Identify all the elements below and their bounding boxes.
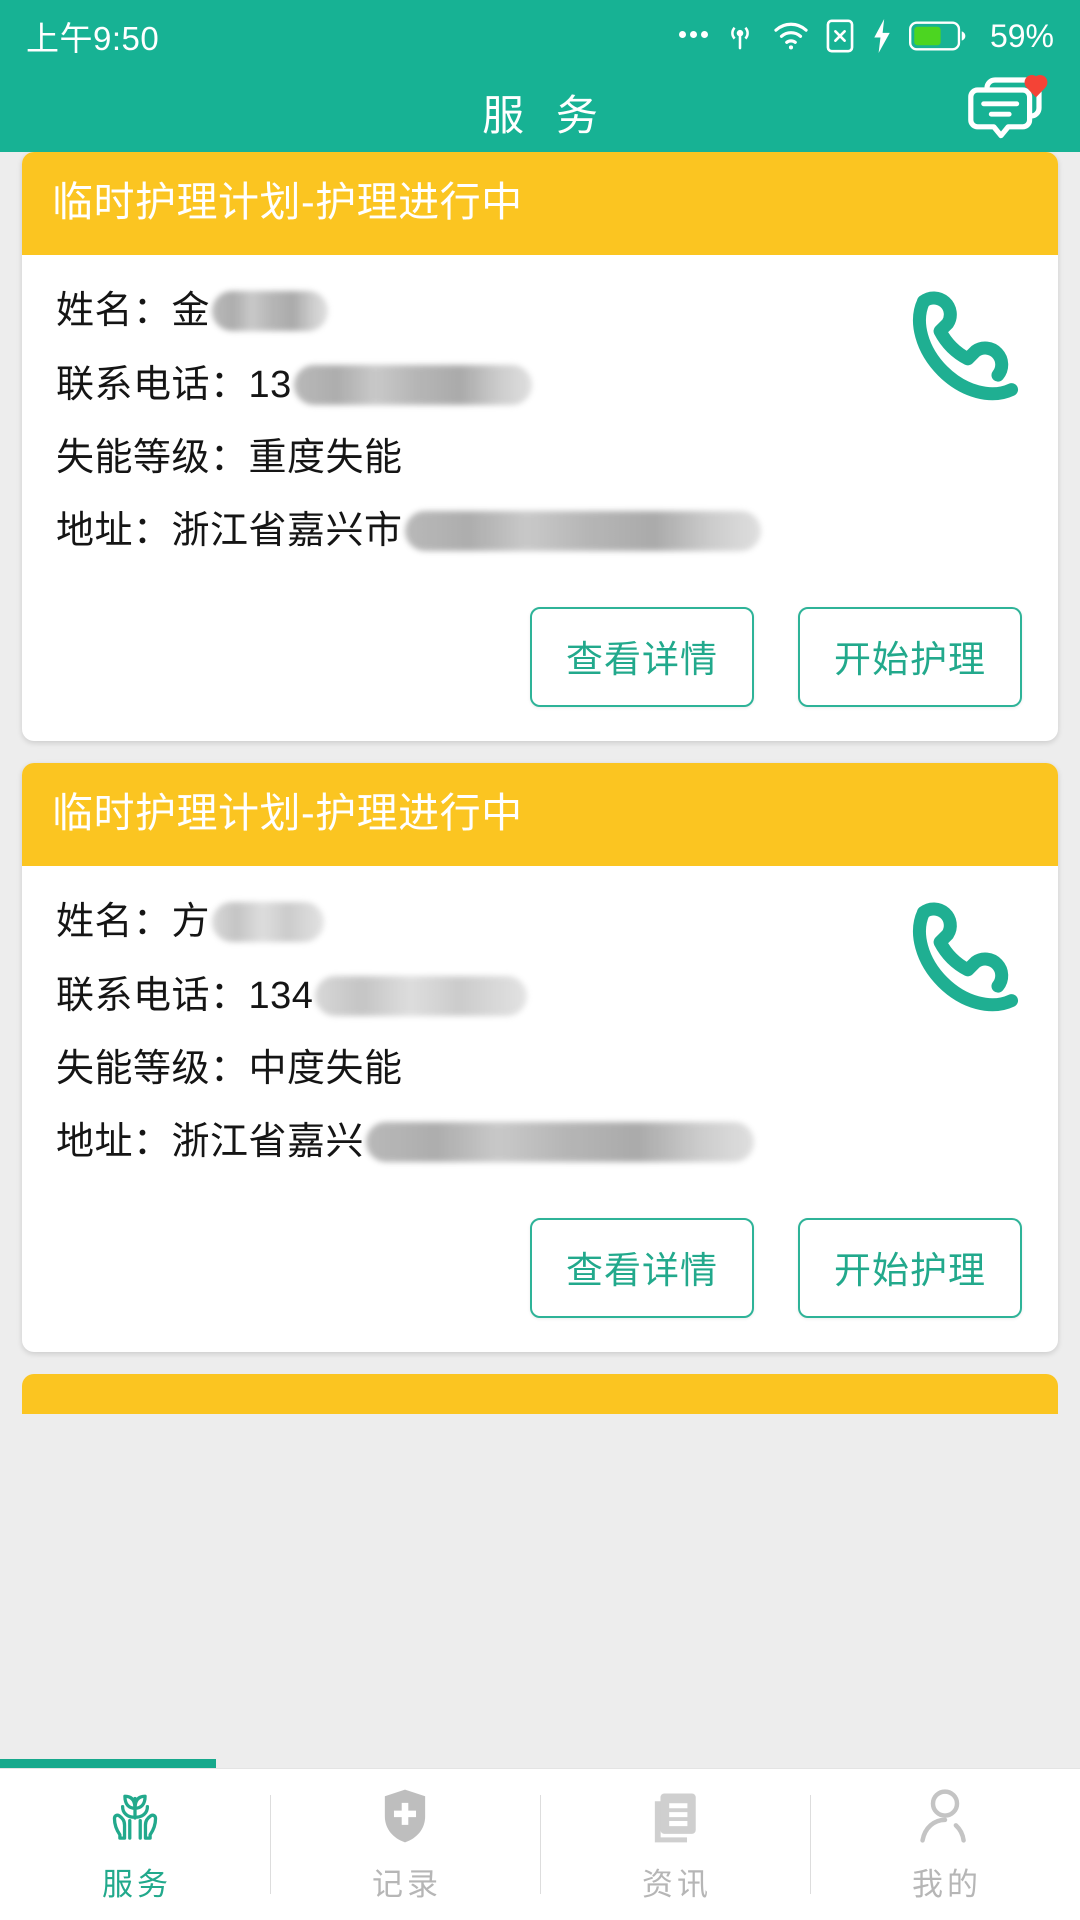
start-care-button[interactable]: 开始护理 [798,1218,1022,1319]
patient-name-label: 姓名： [56,290,172,333]
patient-name-row: 姓名： 金 [56,290,1024,333]
patient-address-row: 地址： 浙江省嘉兴市 [56,510,1024,553]
bottom-tab-bar: 服务 记录 资讯 我的 [0,1768,1080,1920]
redacted-phone-block [315,976,528,1017]
card-body: 姓名： 金 联系电话： 13 失能等级： 重度失能 地址： 浙江省嘉兴市 [22,255,1058,553]
patient-name-row: 姓名： 方 [56,901,1024,944]
disability-level-label: 失能等级： [56,1048,249,1091]
status-bar-icons: 59% [678,17,1054,55]
status-bar-time: 上午9:50 [26,20,160,57]
redacted-address-block [404,511,761,552]
patient-phone-row: 联系电话： 134 [56,975,1024,1018]
status-bar: 上午9:50 59% [0,0,1080,72]
disability-level-value: 中度失能 [248,1048,403,1091]
card-header-status: 临时护理计划-护理进行中 [22,763,1058,867]
card-body: 姓名： 方 联系电话： 134 失能等级： 中度失能 地址： 浙江省嘉兴 [22,866,1058,1164]
person-icon [914,1785,976,1847]
chat-bubbles-icon [968,87,1033,139]
more-dots-icon [678,30,708,42]
tab-news[interactable]: 资讯 [540,1769,810,1920]
redacted-name-block [212,291,329,332]
phone-handset-icon[interactable] [904,896,1034,1026]
shield-plus-icon [374,1785,436,1847]
wifi-icon [774,22,808,50]
care-plan-card[interactable]: 临时护理计划-护理进行中 姓名： 金 联系电话： 13 失能等级： 重度失能 地… [22,152,1058,742]
patient-address-label: 地址： [56,510,172,553]
patient-name-value: 方 [171,901,211,944]
patient-phone-label: 联系电话： [56,364,249,407]
news-document-icon [644,1785,706,1847]
scroll-position-indicator [0,1759,216,1768]
disability-level-row: 失能等级： 中度失能 [56,1050,1024,1088]
tab-service-label: 服务 [102,1867,172,1902]
battery-percent-label: 59% [989,17,1054,54]
tab-mine[interactable]: 我的 [810,1769,1080,1920]
page-title: 服 务 [482,91,608,139]
care-plan-card[interactable]: 临时护理计划-护理进行中 姓名： 方 联系电话： 134 失能等级： 中度失能 … [22,763,1058,1353]
card-actions: 查看详情 开始护理 [22,585,1058,741]
messages-button[interactable] [968,73,1052,151]
location-icon [731,26,749,50]
start-care-button[interactable]: 开始护理 [798,607,1022,708]
app-bar: 服 务 [0,72,1080,152]
view-details-button[interactable]: 查看详情 [530,607,754,708]
tab-records-label: 记录 [372,1867,442,1902]
service-list-scroll[interactable]: 临时护理计划-护理进行中 姓名： 金 联系电话： 13 失能等级： 重度失能 地… [0,152,1080,1768]
patient-phone-label: 联系电话： [56,975,249,1018]
patient-phone-value: 134 [248,975,314,1018]
disability-level-value: 重度失能 [248,437,403,480]
phone-handset-icon[interactable] [904,285,1034,415]
tab-mine-label: 我的 [912,1867,982,1902]
sim-card-disabled-icon [826,19,854,53]
view-details-button[interactable]: 查看详情 [530,1218,754,1319]
tab-records[interactable]: 记录 [270,1769,540,1920]
patient-address-row: 地址： 浙江省嘉兴 [56,1121,1024,1164]
disability-level-label: 失能等级： [56,437,249,480]
patient-name-value: 金 [171,290,211,333]
card-header-status: 临时护理计划-护理进行中 [22,152,1058,256]
tab-news-label: 资讯 [642,1867,712,1902]
patient-phone-value: 13 [248,364,292,407]
patient-address-label: 地址： [56,1121,172,1164]
redacted-phone-block [293,365,532,406]
card-actions: 查看详情 开始护理 [22,1196,1058,1352]
redacted-address-block [366,1122,755,1163]
charging-bolt-icon [874,19,890,53]
disability-level-row: 失能等级： 重度失能 [56,439,1024,477]
care-plan-card-partial[interactable] [22,1374,1058,1415]
tab-service[interactable]: 服务 [0,1769,270,1920]
patient-address-value: 浙江省嘉兴市 [171,510,403,553]
plant-in-hands-icon [104,1785,166,1847]
redacted-name-block [212,902,325,943]
battery-icon [908,20,967,52]
patient-phone-row: 联系电话： 13 [56,364,1024,407]
patient-name-label: 姓名： [56,901,172,944]
patient-address-value: 浙江省嘉兴 [171,1121,365,1164]
